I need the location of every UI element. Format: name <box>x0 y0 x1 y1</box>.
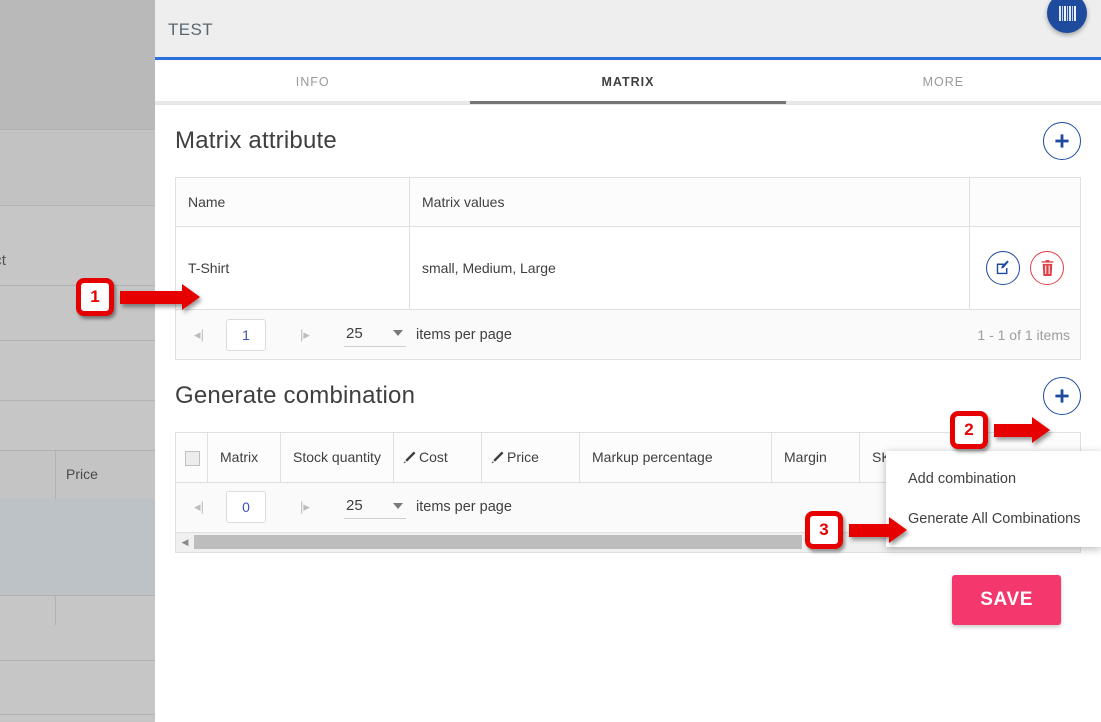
item-range-label: 1 - 1 of 1 items <box>977 326 1070 343</box>
column-header-markup-percentage[interactable]: Markup percentage <box>579 432 772 483</box>
first-page-icon[interactable]: ◂| <box>186 499 212 515</box>
backdrop-divider <box>0 340 155 341</box>
tab-bar: INFO MATRIX MORE <box>155 60 1101 105</box>
page-size-value: 25 <box>346 497 363 515</box>
delete-row-button[interactable] <box>1030 251 1064 285</box>
dimmed-background-page: lect Price <box>0 0 155 722</box>
add-combination-menu-button[interactable] <box>1043 377 1081 415</box>
backdrop-price-label: Price <box>66 466 98 482</box>
backdrop-divider <box>0 595 155 596</box>
matrix-attribute-table: Name Matrix values T-Shirt small, Medium… <box>175 177 1081 310</box>
page-size-select[interactable]: 25 <box>344 323 406 347</box>
items-per-page-label: items per page <box>416 499 512 516</box>
column-header-margin[interactable]: Margin <box>771 432 860 483</box>
backdrop-select-label: lect <box>0 252 7 269</box>
magic-wand-icon <box>491 451 504 464</box>
matrix-attribute-pager: ◂| 1 |▸ 25 items per page 1 - 1 of 1 ite… <box>175 310 1081 360</box>
cell-actions <box>969 226 1081 310</box>
tab-more-label: MORE <box>922 75 965 89</box>
last-page-icon[interactable]: |▸ <box>292 499 318 515</box>
backdrop-top-panel <box>0 0 155 130</box>
select-all-checkbox[interactable] <box>185 450 200 466</box>
plus-icon <box>1055 389 1069 403</box>
column-header-price-label: Price <box>507 449 539 466</box>
add-matrix-attribute-button[interactable] <box>1043 122 1081 160</box>
table-header-row: Name Matrix values <box>175 177 1081 227</box>
column-header-matrix-values[interactable]: Matrix values <box>409 177 970 227</box>
save-button[interactable]: SAVE <box>952 574 1061 625</box>
edit-icon <box>996 260 1009 275</box>
tab-matrix-label: MATRIX <box>601 75 655 89</box>
menu-item-add-combination[interactable]: Add combination <box>886 459 1101 499</box>
cell-matrix-values: small, Medium, Large <box>409 226 970 310</box>
scrollbar-thumb[interactable] <box>194 534 802 549</box>
footer-actions: SAVE <box>175 553 1081 625</box>
menu-item-generate-all-combinations[interactable]: Generate All Combinations <box>886 499 1101 539</box>
chevron-down-icon <box>393 502 403 509</box>
column-header-cost[interactable]: Cost <box>393 432 482 483</box>
column-header-name[interactable]: Name <box>175 177 410 227</box>
page-title: TEST <box>168 20 214 39</box>
generate-combination-title: Generate combination <box>175 382 416 409</box>
backdrop-selected-row <box>0 499 155 595</box>
column-header-cost-label: Cost <box>419 449 448 466</box>
row-action-group <box>982 251 1068 285</box>
backdrop-divider <box>0 660 155 661</box>
page-size-select[interactable]: 25 <box>344 495 406 520</box>
magic-wand-icon <box>403 451 416 464</box>
tab-info[interactable]: INFO <box>155 60 471 104</box>
chevron-down-icon <box>393 330 403 336</box>
select-all-column <box>175 432 208 483</box>
backdrop-divider <box>0 714 155 715</box>
combination-dropdown-menu: Add combination Generate All Combination… <box>886 451 1101 547</box>
first-page-icon[interactable]: ◂| <box>186 327 212 343</box>
table-row[interactable]: T-Shirt small, Medium, Large <box>175 226 1081 310</box>
column-header-price[interactable]: Price <box>481 432 580 483</box>
column-header-actions <box>969 177 1081 227</box>
matrix-attribute-header: Matrix attribute <box>175 105 1081 177</box>
modal-header: TEST <box>155 0 1101 60</box>
edit-row-button[interactable] <box>986 251 1020 285</box>
trash-icon <box>1041 260 1053 276</box>
scroll-left-icon[interactable]: ◀ <box>176 537 194 548</box>
column-header-matrix[interactable]: Matrix <box>207 432 281 483</box>
items-per-page-label: items per page <box>416 326 512 343</box>
matrix-modal-panel: TEST INFO MATRIX MORE Matrix attribute N… <box>155 0 1101 722</box>
backdrop-divider <box>0 285 155 286</box>
cell-name: T-Shirt <box>175 226 410 310</box>
page-size-value: 25 <box>346 324 363 342</box>
tab-more[interactable]: MORE <box>785 60 1101 104</box>
page-number-input[interactable]: 0 <box>226 491 266 524</box>
backdrop-select-band <box>0 131 155 206</box>
matrix-attribute-title: Matrix attribute <box>175 127 337 154</box>
page-number-input[interactable]: 1 <box>226 318 266 351</box>
barcode-icon[interactable] <box>1047 0 1087 33</box>
generate-combination-header: Generate combination <box>175 360 1081 432</box>
backdrop-divider <box>0 400 155 401</box>
tab-info-label: INFO <box>295 75 330 89</box>
tab-matrix[interactable]: MATRIX <box>470 60 786 104</box>
column-header-stock-quantity[interactable]: Stock quantity <box>280 432 394 483</box>
plus-icon <box>1055 134 1069 148</box>
last-page-icon[interactable]: |▸ <box>292 327 318 343</box>
